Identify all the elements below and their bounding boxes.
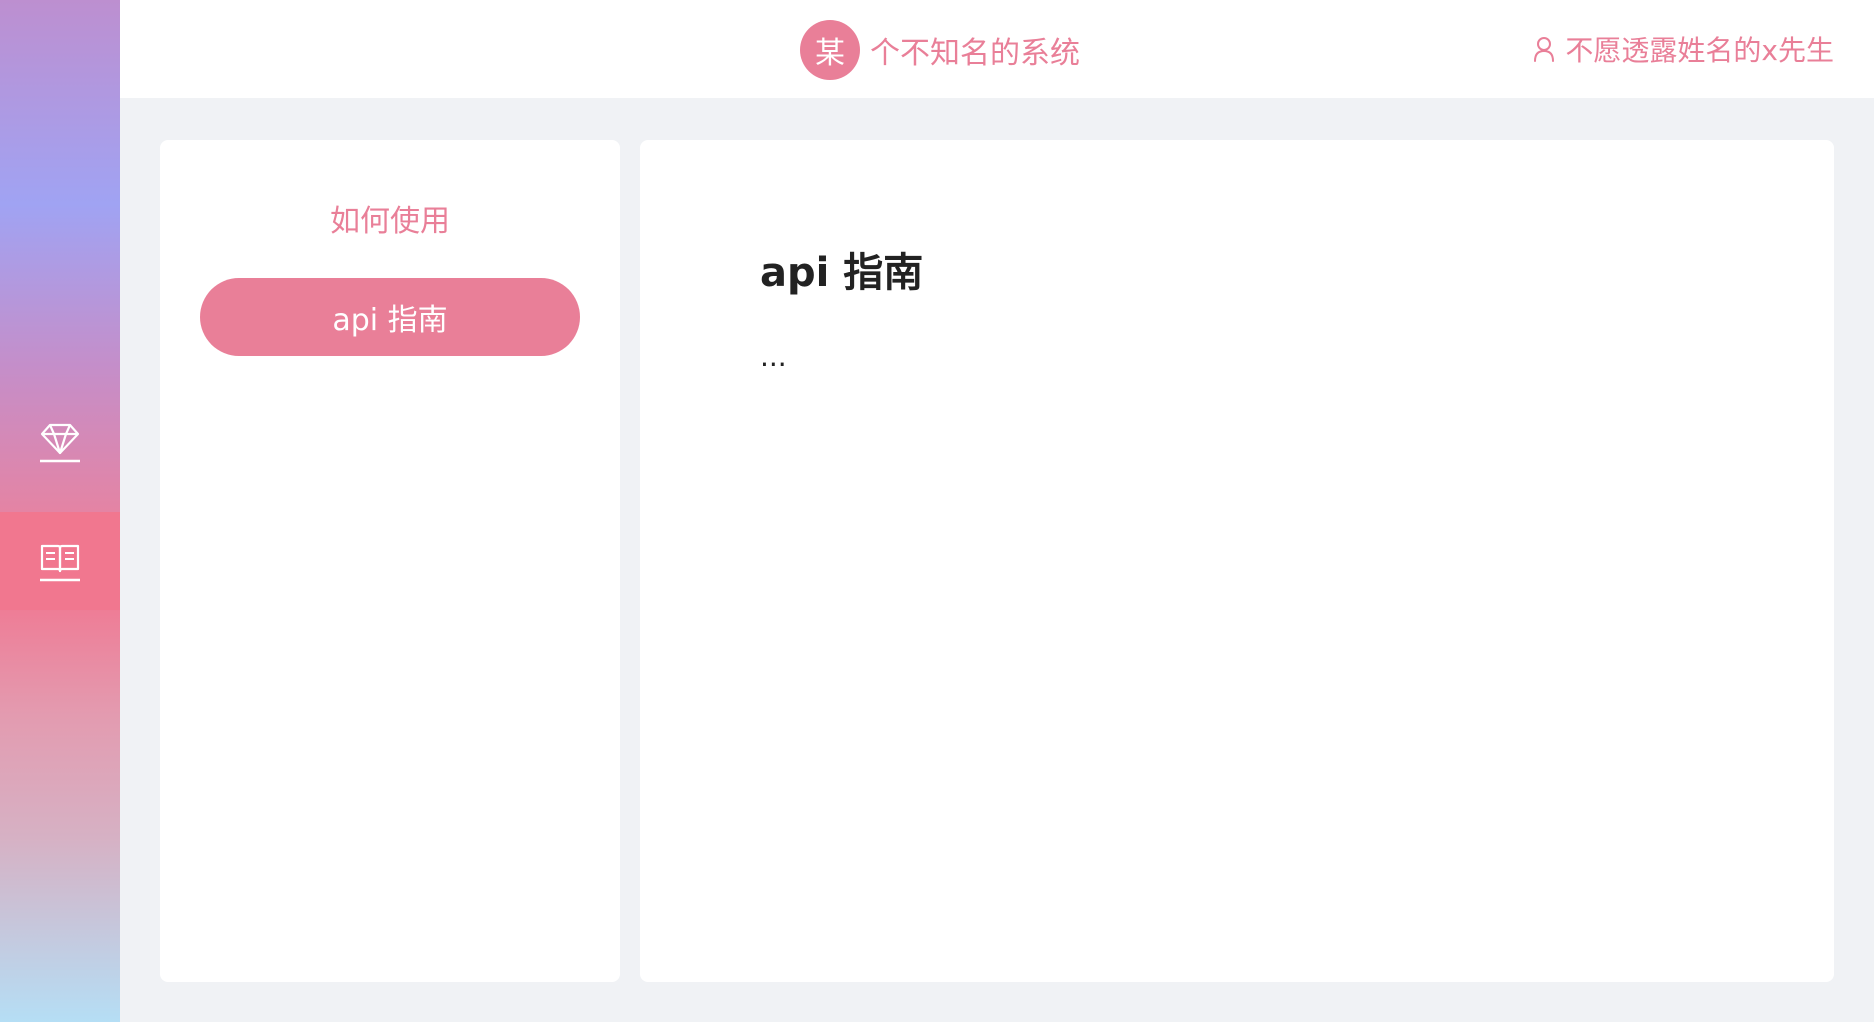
sidebar-title: 如何使用 [330,204,450,239]
app-title: 个不知名的系统 [870,36,1080,71]
user-menu[interactable]: 不愿透露姓名的x先生 [1533,29,1834,69]
page-title: api 指南 [760,250,924,296]
content-body: ... [760,340,787,373]
sidebar-item-api-guide[interactable]: api 指南 [200,278,580,356]
user-icon [1534,37,1555,62]
guide-sidebar: 如何使用 api 指南 [160,140,620,982]
content-panel: api 指南 ... [640,140,1834,982]
diamond-icon [40,423,80,463]
side-rail [0,0,120,1022]
brand[interactable]: 某 个不知名的系统 [800,20,1080,80]
top-header: 某 个不知名的系统 不愿透露姓名的x先生 [120,0,1874,98]
brand-logo-badge: 某 [800,20,860,80]
book-icon [40,544,80,582]
rail-item-diamond[interactable] [0,393,120,491]
username-label: 不愿透露姓名的x先生 [1565,34,1834,67]
rail-item-book[interactable] [0,512,120,610]
